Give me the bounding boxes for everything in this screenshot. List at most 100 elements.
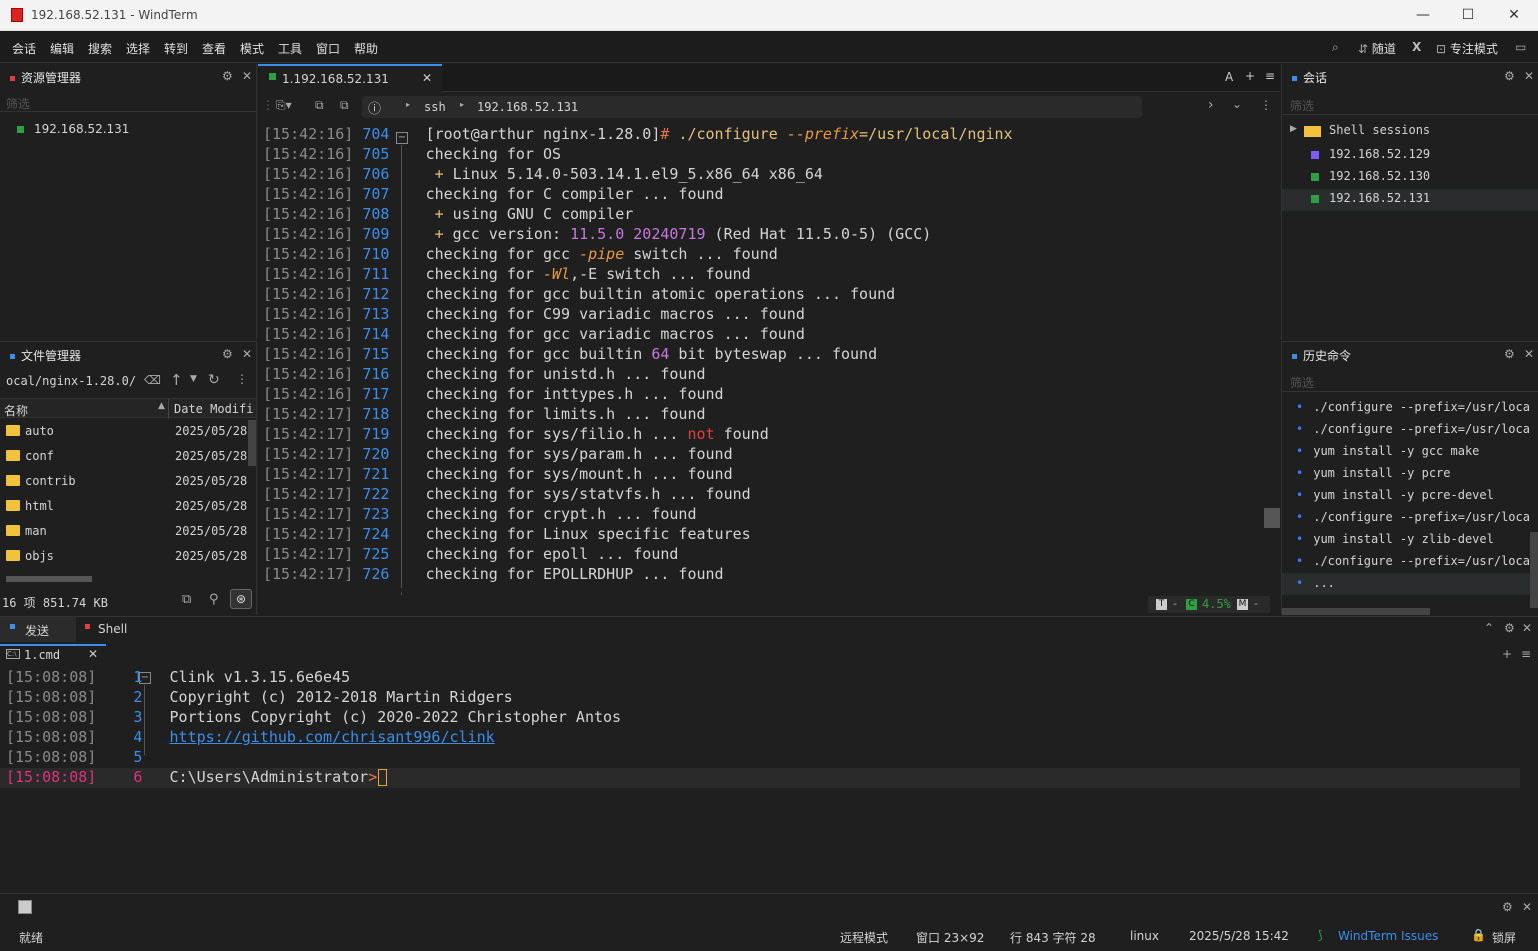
line-number: 712 bbox=[362, 285, 390, 303]
terminal-scrollbar[interactable] bbox=[1264, 508, 1280, 528]
history-text: yum install -y pcre-devel bbox=[1313, 488, 1494, 502]
new-tab-icon[interactable]: + bbox=[1502, 647, 1512, 661]
bullet-icon: • bbox=[1296, 488, 1304, 502]
issues-link[interactable]: WindTerm Issues bbox=[1338, 929, 1438, 943]
subtab-close-icon[interactable]: ✕ bbox=[88, 647, 98, 661]
close-icon[interactable]: ✕ bbox=[1522, 621, 1532, 635]
shell-line: [15:08:08] 5 bbox=[6, 747, 170, 767]
minimize-button[interactable]: — bbox=[1408, 5, 1438, 25]
line-text: checking for sys/param.h ... found bbox=[425, 445, 733, 463]
expand-icon[interactable]: ▶ bbox=[1290, 124, 1297, 134]
history-item[interactable]: • yum install -y zlib-devel bbox=[1296, 532, 1530, 546]
tab-shell[interactable]: Shell bbox=[76, 617, 156, 642]
focus-mode-label: 专注模式 bbox=[1449, 42, 1498, 56]
line-number: 716 bbox=[362, 365, 390, 383]
session-item[interactable]: 192.168.52.131 bbox=[1329, 191, 1430, 205]
history-scrollbar[interactable] bbox=[1530, 532, 1538, 608]
line-number: 726 bbox=[362, 565, 390, 583]
line-number: 721 bbox=[362, 465, 390, 483]
sessions-filter-input[interactable]: 筛选 bbox=[1290, 97, 1314, 114]
terminal-line: [15:42:16] 711 checking for -Wl,-E switc… bbox=[263, 264, 751, 284]
clink-link[interactable]: https://github.com/chrisant996/clink bbox=[170, 728, 495, 746]
send-icon[interactable] bbox=[18, 900, 32, 914]
tab-send[interactable]: 发送 bbox=[0, 617, 76, 642]
line-timestamp: [15:42:16] bbox=[263, 145, 354, 163]
tab-menu-icon[interactable]: ≡ bbox=[1265, 69, 1275, 83]
session-group[interactable]: Shell sessions bbox=[1329, 123, 1430, 137]
shell-line: [15:08:08] 3 Portions Copyright (c) 2020… bbox=[6, 707, 621, 727]
line-text: checking for C compiler ... found bbox=[425, 185, 724, 203]
history-text: ... bbox=[1313, 576, 1335, 590]
x-icon[interactable]: X bbox=[1412, 40, 1421, 54]
session-item[interactable]: 192.168.52.130 bbox=[1329, 169, 1430, 183]
collapse-icon[interactable]: ⌃ bbox=[1484, 621, 1494, 635]
lock-screen-button[interactable]: 锁屏 bbox=[1492, 929, 1516, 946]
line-timestamp: [15:42:16] bbox=[263, 305, 354, 323]
history-item[interactable]: • ./configure --prefix=/usr/local bbox=[1296, 554, 1530, 568]
status-ready: 就绪 bbox=[19, 931, 44, 945]
layout-icon[interactable]: ▭ bbox=[1515, 40, 1526, 54]
line-text: checking for gcc variadic macros ... fou… bbox=[425, 325, 805, 343]
status-position[interactable]: 行 843 字符 28 bbox=[1010, 929, 1096, 946]
line-number: 704 bbox=[362, 125, 390, 143]
line-timestamp: [15:42:16] bbox=[263, 165, 354, 183]
search-icon[interactable]: ⌕ bbox=[1332, 40, 1339, 55]
close-button[interactable]: ✕ bbox=[1499, 5, 1529, 25]
line-timestamp: [15:42:17] bbox=[263, 525, 354, 543]
close-icon[interactable]: ✕ bbox=[1524, 347, 1534, 361]
gear-icon[interactable]: ⚙ bbox=[1504, 69, 1515, 83]
status-window[interactable]: 窗口 23×92 bbox=[916, 929, 984, 946]
status-mode[interactable]: 远程模式 bbox=[840, 929, 888, 946]
line-text: [root@arthur nginx-1.28.0] bbox=[425, 125, 661, 143]
history-item[interactable]: • yum install -y pcre bbox=[1296, 466, 1530, 480]
history-text: yum install -y pcre bbox=[1313, 466, 1451, 480]
line-text: checking for epoll ... found bbox=[425, 545, 679, 563]
folder-open-icon[interactable]: ⧉ bbox=[182, 592, 191, 607]
line-text: checking for crypt.h ... found bbox=[425, 505, 697, 523]
line-number: 3 bbox=[133, 708, 143, 726]
maximize-button[interactable]: ☐ bbox=[1453, 5, 1483, 25]
prompt-char: > bbox=[368, 768, 378, 786]
history-item[interactable]: • yum install -y pcre-devel bbox=[1296, 488, 1530, 502]
line-text: checking for gcc builtin atomic operatio… bbox=[425, 285, 896, 303]
subtab-cmd[interactable]: C:\ 1.cmd ✕ bbox=[0, 644, 106, 666]
status-os[interactable]: linux bbox=[1130, 929, 1159, 943]
bullet-icon: • bbox=[1296, 444, 1304, 458]
line-timestamp: [15:42:17] bbox=[263, 465, 354, 483]
random-button[interactable]: ⇵ 随道 bbox=[1358, 40, 1396, 57]
folder-icon bbox=[1304, 126, 1321, 137]
terminal-output[interactable]: [15:42:16] 704 [root@arthur nginx-1.28.0… bbox=[0, 0, 1265, 592]
close-icon[interactable]: ✕ bbox=[1524, 69, 1534, 83]
line-timestamp: [15:42:17] bbox=[263, 565, 354, 583]
tab-menu-icon[interactable]: ≡ bbox=[1521, 647, 1531, 661]
session-status-icon bbox=[1311, 151, 1319, 159]
line-number: 709 bbox=[362, 225, 390, 243]
gear-icon[interactable]: ⚙ bbox=[1504, 347, 1515, 361]
line-text: + bbox=[425, 225, 453, 243]
history-item[interactable]: • ./configure --prefix=/usr/local bbox=[1296, 422, 1530, 436]
gear-icon[interactable]: ⚙ bbox=[1504, 621, 1515, 635]
sessions-panel: 会话 ⚙ ✕ 筛选 ▶ Shell sessions 192.168.52.12… bbox=[1281, 64, 1538, 340]
location-icon[interactable]: ⚲ bbox=[209, 592, 219, 607]
sessions-title: 会话 bbox=[1303, 71, 1328, 85]
focus-mode-button[interactable]: ⊡ 专注模式 bbox=[1436, 40, 1498, 57]
line-timestamp: [15:42:16] bbox=[263, 245, 354, 263]
close-icon[interactable]: ✕ bbox=[1522, 900, 1532, 914]
history-hscrollbar[interactable] bbox=[1282, 608, 1430, 615]
history-filter-input[interactable]: 筛选 bbox=[1290, 374, 1314, 391]
gear-icon[interactable]: ⚙ bbox=[1502, 900, 1513, 914]
history-item[interactable]: • ./configure --prefix=/usr/local bbox=[1296, 510, 1530, 524]
line-timestamp: [15:08:08] bbox=[6, 668, 97, 686]
terminal-line: [15:42:17] 726 checking for EPOLLRDHUP .… bbox=[263, 564, 724, 584]
history-item[interactable]: •... bbox=[1296, 576, 1530, 590]
session-item[interactable]: 192.168.52.129 bbox=[1329, 147, 1430, 161]
line-timestamp: [15:42:16] bbox=[263, 185, 354, 203]
line-number: 2 bbox=[133, 688, 143, 706]
sync-icon[interactable]: ⊛ bbox=[230, 589, 252, 609]
line-number: 707 bbox=[362, 185, 390, 203]
bullet-icon: • bbox=[1296, 422, 1304, 436]
line-timestamp: [15:08:08] bbox=[6, 688, 97, 706]
history-item[interactable]: • yum install -y gcc make bbox=[1296, 444, 1530, 458]
line-number: 705 bbox=[362, 145, 390, 163]
history-item[interactable]: • ./configure --prefix=/usr/local bbox=[1296, 400, 1530, 414]
